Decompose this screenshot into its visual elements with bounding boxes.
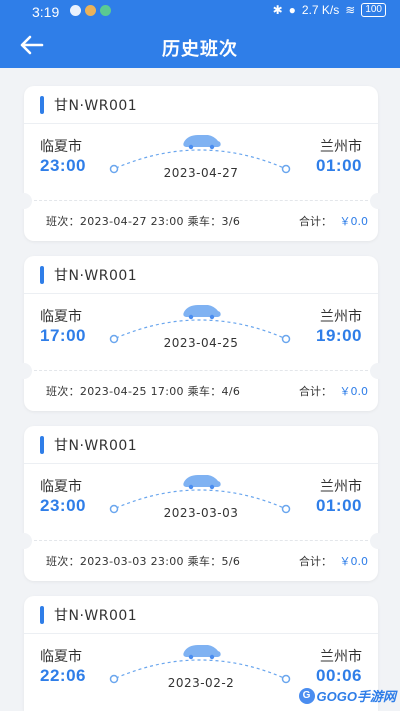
arrival-time: 19:00 <box>316 326 362 345</box>
plate-number: 甘N·WR001 <box>54 98 138 114</box>
gogo-logo-icon: G <box>298 687 315 704</box>
card-footer: 班次：2023-04-25 17:00 乘车：4/6 合计： ￥0.0 <box>24 371 378 411</box>
top-bar: 3:19 ✱ ● 2.7 K/s ≋ 100 历史班次 <box>0 0 400 68</box>
status-bar: 3:19 ✱ ● 2.7 K/s ≋ 100 <box>0 0 400 24</box>
app-notification-icon <box>85 5 96 16</box>
arrival-city: 兰州市 <box>320 649 362 665</box>
plate-number: 甘N·WR001 <box>54 268 138 284</box>
arrival-time: 01:00 <box>316 156 362 175</box>
trip-info: 班次：2023-04-25 17:00 乘车：4/6 <box>46 385 241 398</box>
car-icon <box>183 475 221 490</box>
arrival-time: 00:06 <box>316 666 362 685</box>
arrival-city: 兰州市 <box>320 309 362 325</box>
card-header: 甘N·WR001 <box>24 256 378 294</box>
route-section: 临夏市 23:00 2023-03-03 兰州市 01:00 <box>24 464 378 540</box>
watermark-text: GOGO手游网 <box>316 689 396 704</box>
network-speed: 2.7 K/s <box>301 3 340 17</box>
total-amount: ￥0.0 <box>339 385 369 398</box>
trip-info: 班次：2023-03-03 23:00 乘车：5/6 <box>46 555 241 568</box>
arrival-city: 兰州市 <box>320 139 362 155</box>
card-footer: 班次：2023-03-03 23:00 乘车：5/6 合计： ￥0.0 <box>24 541 378 581</box>
card-header: 甘N·WR001 <box>24 86 378 124</box>
accent-bar <box>40 96 44 114</box>
accent-bar <box>40 436 44 454</box>
arrival-city: 兰州市 <box>320 479 362 495</box>
page-title: 历史班次 <box>162 39 238 60</box>
departure-city: 临夏市 <box>40 649 82 665</box>
location-icon: ● <box>288 3 296 17</box>
wifi-icon: ≋ <box>345 3 356 17</box>
car-icon <box>183 135 221 150</box>
accent-bar <box>40 606 44 624</box>
accent-bar <box>40 266 44 284</box>
car-icon <box>183 645 221 660</box>
total-label: 合计： <box>299 215 332 228</box>
plate-number: 甘N·WR001 <box>54 608 138 624</box>
trip-card[interactable]: 甘N·WR001 临夏市 23:00 2023-04-27 兰州市 01:00 <box>16 86 386 241</box>
card-header: 甘N·WR001 <box>24 426 378 464</box>
route-section: 临夏市 23:00 2023-04-27 兰州市 01:00 <box>24 124 378 200</box>
route-section: 临夏市 17:00 2023-04-25 兰州市 19:00 <box>24 294 378 370</box>
car-icon <box>183 305 221 320</box>
trip-info: 班次：2023-04-27 23:00 乘车：3/6 <box>46 215 241 228</box>
total-label: 合计： <box>299 555 332 568</box>
status-time: 3:19 <box>32 4 60 20</box>
bluetooth-icon: ✱ <box>272 3 283 17</box>
trip-card[interactable]: 甘N·WR001 临夏市 17:00 2023-04-25 兰州市 19:00 <box>16 256 386 411</box>
departure-city: 临夏市 <box>40 479 82 495</box>
cloud-icon <box>100 5 111 16</box>
total-amount: ￥0.0 <box>339 215 369 228</box>
departure-city: 临夏市 <box>40 309 82 325</box>
total-label: 合计： <box>299 385 332 398</box>
trip-card[interactable]: 甘N·WR001 临夏市 23:00 2023-03-03 兰州市 01:00 <box>16 426 386 581</box>
notification-icons <box>70 5 111 16</box>
card-footer: 班次：2023-04-27 23:00 乘车：3/6 合计： ￥0.0 <box>24 201 378 241</box>
arrival-time: 01:00 <box>316 496 362 515</box>
total-amount: ￥0.0 <box>339 555 369 568</box>
app-notification-icon <box>70 5 81 16</box>
plate-number: 甘N·WR001 <box>54 438 138 454</box>
battery-icon: 100 <box>361 3 386 17</box>
departure-city: 临夏市 <box>40 139 82 155</box>
status-right: ✱ ● 2.7 K/s ≋ 100 <box>273 3 386 17</box>
watermark: G GOGO手游网 <box>298 686 396 705</box>
card-header: 甘N·WR001 <box>24 596 378 634</box>
